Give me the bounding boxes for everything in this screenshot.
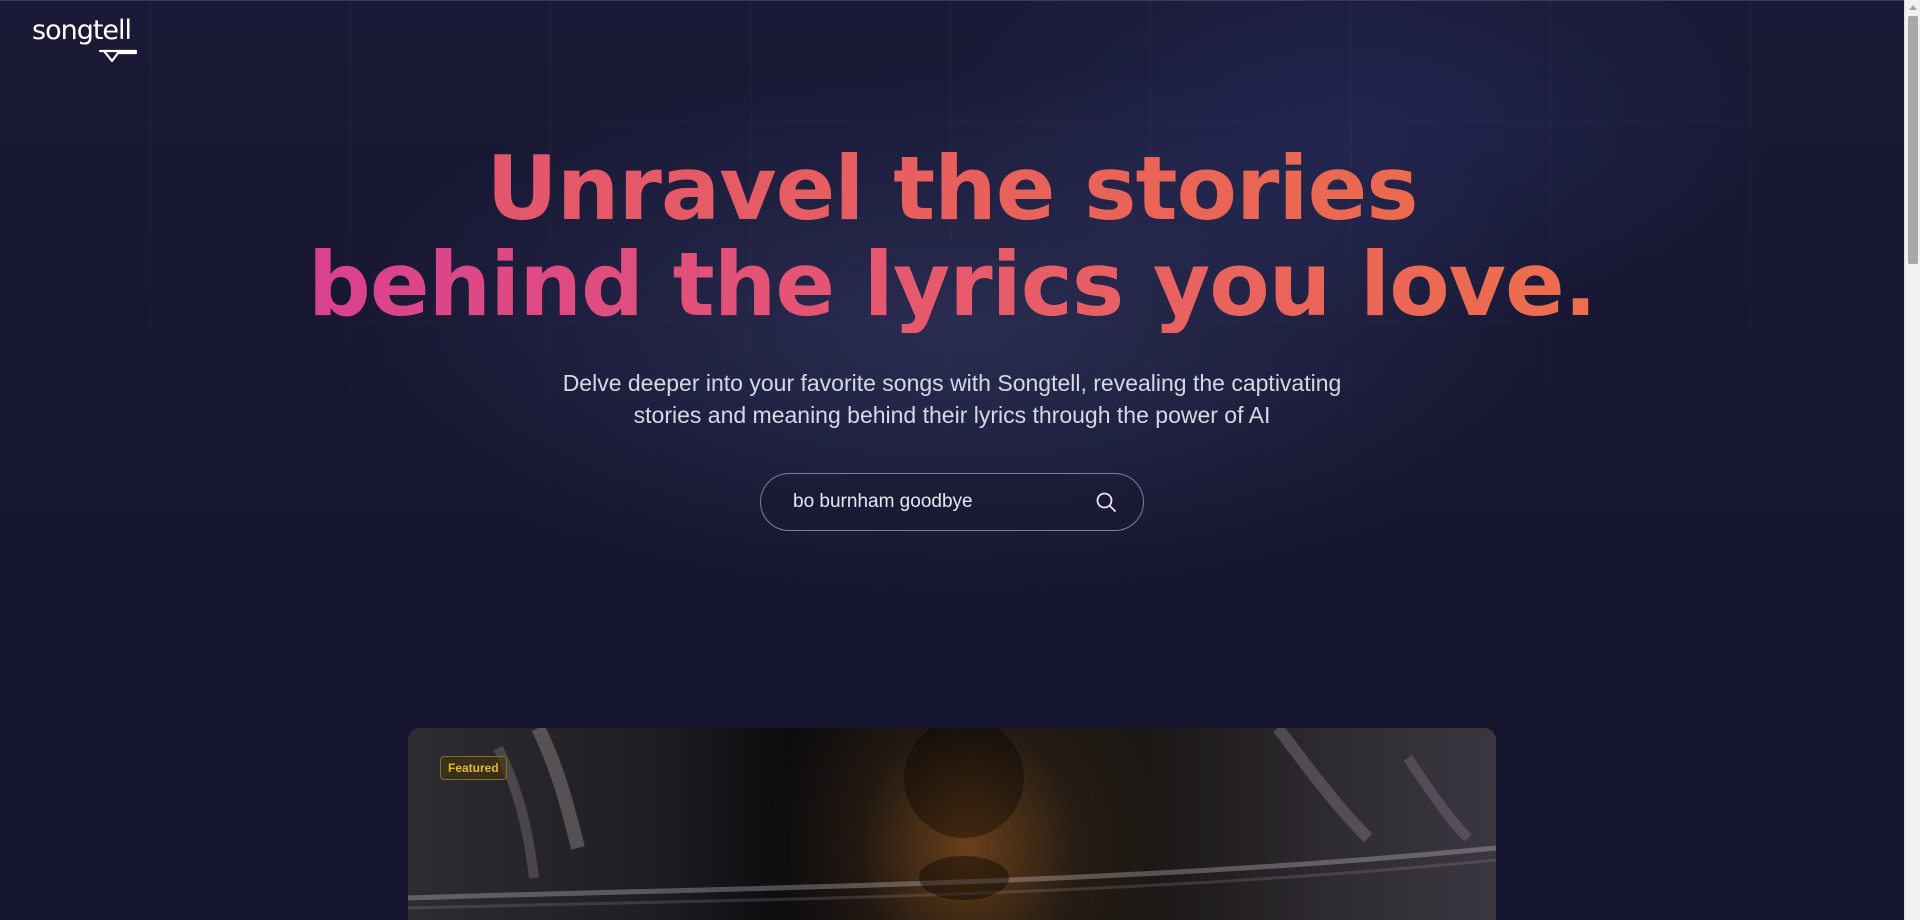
search-button[interactable] — [1093, 489, 1119, 515]
scrollbar[interactable] — [1904, 0, 1920, 920]
featured-badge: Featured — [440, 756, 507, 780]
subtitle-line-2: stories and meaning behind their lyrics … — [633, 402, 1271, 428]
featured-song-card[interactable]: Featured — [408, 728, 1496, 920]
scroll-up-arrow-icon[interactable] — [1909, 5, 1917, 10]
speech-bubble-icon — [98, 49, 138, 63]
featured-artwork — [408, 728, 1496, 910]
hero-section: Unravel the stories behind the lyrics yo… — [0, 141, 1904, 531]
scrollbar-thumb[interactable] — [1908, 16, 1918, 264]
page: songtell Unravel the stories behind the … — [0, 0, 1904, 920]
headline-line-2: behind the lyrics you love. — [307, 233, 1597, 336]
hero-subtitle: Delve deeper into your favorite songs wi… — [542, 367, 1362, 431]
search-input[interactable] — [793, 491, 1093, 513]
subtitle-line-1: Delve deeper into your favorite songs wi… — [562, 370, 1342, 396]
headline-line-1: Unravel the stories — [486, 137, 1418, 240]
search-icon — [1096, 492, 1116, 512]
hero-headline: Unravel the stories behind the lyrics yo… — [0, 141, 1904, 333]
songtell-logo[interactable]: songtell — [32, 15, 138, 63]
logo-text: songtell — [32, 15, 132, 46]
search-bar — [760, 473, 1144, 531]
